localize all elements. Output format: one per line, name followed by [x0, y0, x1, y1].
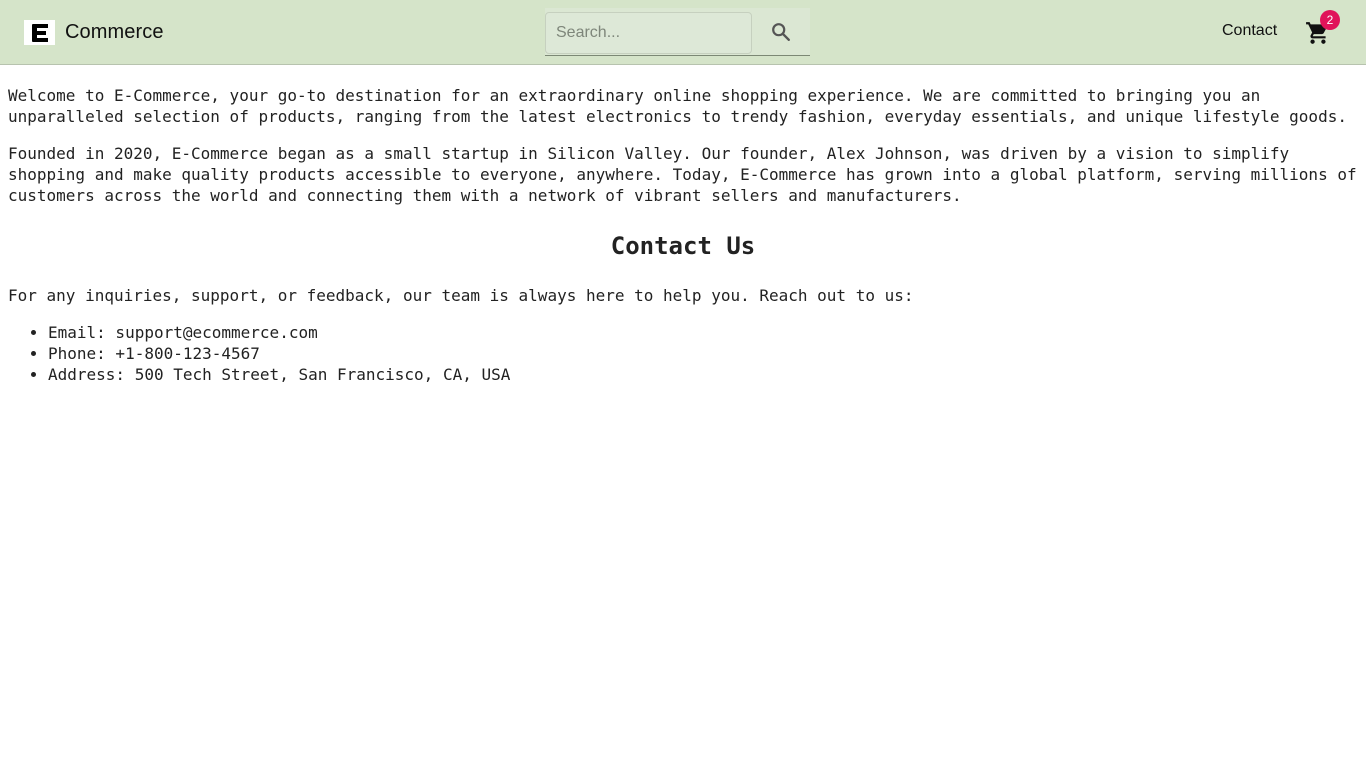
- brand-home-link[interactable]: Commerce: [24, 20, 164, 45]
- contact-heading: Contact Us: [610, 232, 756, 260]
- top-navbar: Commerce Contact 2: [0, 0, 1366, 65]
- contact-text: For any inquiries, support, or feedback,…: [8, 286, 914, 305]
- search-bar: [545, 8, 810, 56]
- contact-phone: Phone: +1-800-123-4567: [48, 343, 1358, 364]
- search-button[interactable]: [752, 8, 810, 56]
- search-icon: [772, 23, 790, 41]
- about-content: Welcome to E-Commerce, your go-to destin…: [0, 65, 1366, 385]
- contact-email: Email: support@ecommerce.com: [48, 322, 1358, 343]
- contact-list: Email: support@ecommerce.com Phone: +1-8…: [8, 322, 1358, 385]
- e-logo-icon: [24, 20, 55, 45]
- e-logo-graphic: [31, 23, 48, 42]
- nav-contact-link[interactable]: Contact: [1222, 22, 1277, 40]
- history-paragraph: Founded in 2020, E-Commerce began as a s…: [8, 144, 1357, 205]
- search-input[interactable]: [545, 12, 752, 54]
- contact-address: Address: 500 Tech Street, San Francisco,…: [48, 364, 1358, 385]
- brand-name: Commerce: [65, 21, 164, 43]
- intro-paragraph: Welcome to E-Commerce, your go-to destin…: [8, 86, 1347, 126]
- cart-count-badge: 2: [1320, 10, 1340, 30]
